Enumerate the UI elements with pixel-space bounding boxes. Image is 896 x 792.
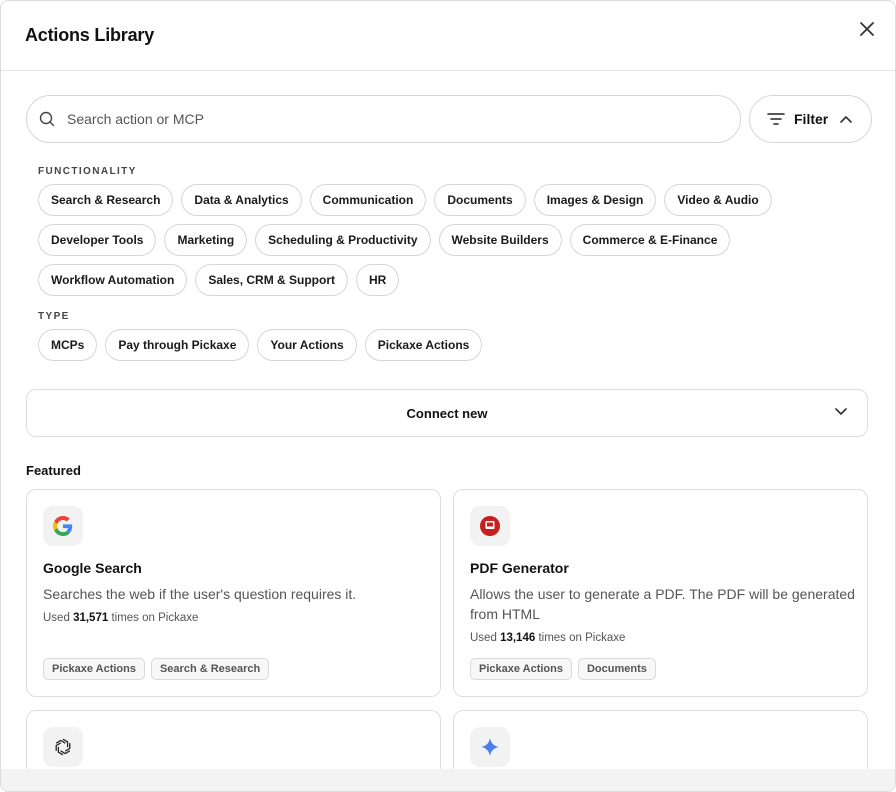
chip-search-research[interactable]: Search & Research [38,184,174,216]
chevron-down-icon [835,408,847,415]
featured-heading: Featured [26,463,81,478]
connect-new-label: Connect new [406,405,488,421]
chip-commerce-e-finance[interactable]: Commerce & E-Finance [569,224,731,256]
search-icon [39,111,55,127]
card-usage: Used 31,571 times on Pickaxe [43,612,198,624]
chip-developer-tools[interactable]: Developer Tools [38,224,157,256]
chip-communication[interactable]: Communication [309,184,427,216]
card-title: Google Search [43,560,142,576]
actions-library-modal: Actions Library Filter FUNCTIONALITY Sea… [0,0,896,792]
functionality-label: FUNCTIONALITY [38,166,137,177]
openai-icon [43,727,83,767]
chip-images-design[interactable]: Images & Design [533,184,657,216]
usage-prefix: Used [470,632,497,644]
chip-documents[interactable]: Documents [434,184,526,216]
connect-new-dropdown[interactable]: Connect new [26,389,868,437]
chip-data-analytics[interactable]: Data & Analytics [181,184,302,216]
modal-title: Actions Library [25,25,155,45]
card-usage: Used 13,146 times on Pickaxe [470,632,625,644]
gemini-sparkle-icon [470,727,510,767]
functionality-chips-row-1: Search & Research Data & Analytics Commu… [38,184,772,216]
filter-icon [767,113,785,125]
tag-pickaxe-actions: Pickaxe Actions [470,658,572,680]
chip-sales-crm-support[interactable]: Sales, CRM & Support [195,264,349,296]
modal-bottom-edge [1,769,895,791]
card-description: Allows the user to generate a PDF. The P… [470,586,855,622]
filter-button[interactable]: Filter [749,95,872,143]
chip-hr[interactable]: HR [356,264,400,296]
type-chips-row: MCPs Pay through Pickaxe Your Actions Pi… [38,329,483,361]
chip-workflow-automation[interactable]: Workflow Automation [38,264,188,296]
chip-video-audio[interactable]: Video & Audio [664,184,772,216]
action-card-google-search[interactable]: Google Search Searches the web if the us… [26,489,441,697]
action-card-pdf-generator[interactable]: PDF Generator Allows the user to generat… [453,489,868,697]
search-bar [26,95,741,143]
search-input[interactable] [67,111,667,127]
close-icon[interactable] [857,19,877,39]
chip-scheduling-productivity[interactable]: Scheduling & Productivity [255,224,431,256]
chip-your-actions[interactable]: Your Actions [257,329,357,361]
type-label: TYPE [38,311,70,322]
chevron-up-icon [840,116,853,123]
functionality-chips-row-3: Workflow Automation Sales, CRM & Support… [38,264,400,296]
usage-count: 31,571 [73,612,109,624]
chip-pickaxe-actions[interactable]: Pickaxe Actions [364,329,483,361]
chip-pay-through-pickaxe[interactable]: Pay through Pickaxe [105,329,250,361]
usage-count: 13,146 [500,632,536,644]
chip-mcps[interactable]: MCPs [38,329,98,361]
usage-suffix: times on Pickaxe [538,632,626,644]
google-icon [43,506,83,546]
card-tags: Pickaxe Actions Documents [470,658,656,680]
tag-search-research: Search & Research [150,658,270,680]
functionality-chips-row-2: Developer Tools Marketing Scheduling & P… [38,224,731,256]
usage-suffix: times on Pickaxe [111,612,199,624]
chip-marketing[interactable]: Marketing [164,224,248,256]
card-tags: Pickaxe Actions Search & Research [43,658,270,680]
tag-pickaxe-actions: Pickaxe Actions [43,658,145,680]
modal-header: Actions Library [1,1,895,71]
chip-website-builders[interactable]: Website Builders [438,224,562,256]
tag-documents: Documents [577,658,656,680]
card-description: Searches the web if the user's question … [43,586,357,602]
card-title: PDF Generator [470,560,569,576]
pdf-icon [470,506,510,546]
filter-label: Filter [794,111,829,127]
usage-prefix: Used [43,612,70,624]
